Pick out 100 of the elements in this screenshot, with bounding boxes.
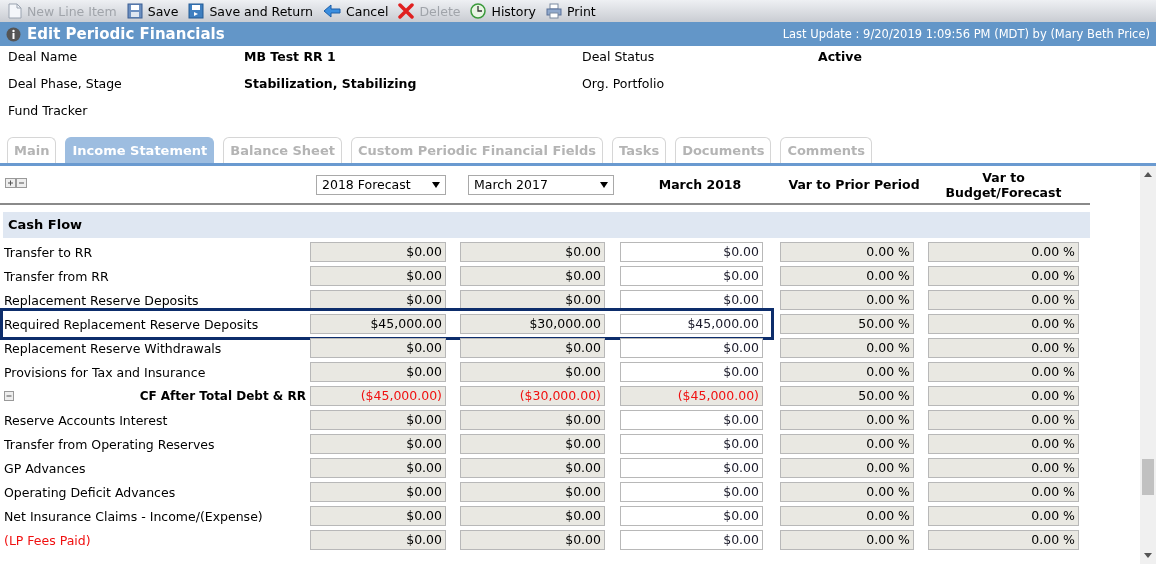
save-icon [188, 3, 205, 19]
row-label: Operating Deficit Advances [3, 484, 177, 500]
amount-field[interactable]: $0.00 [620, 242, 763, 262]
amount-field[interactable]: $0.00 [620, 362, 763, 382]
value-cell: $0.00 [460, 266, 605, 286]
scroll-up-icon[interactable] [1143, 170, 1153, 178]
value-cell: ($45,000.00) [310, 386, 446, 406]
amount-field[interactable]: $0.00 [620, 458, 763, 478]
scroll-thumb[interactable] [1142, 459, 1154, 495]
value-cell: 0.00 % [780, 458, 914, 478]
value-cell: ($45,000.00) [620, 386, 763, 406]
value-cell: 0.00 % [928, 458, 1079, 478]
toolbar-button[interactable]: Save [124, 1, 181, 21]
value-cell: 0.00 % [928, 482, 1079, 502]
scroll-down-icon[interactable] [1143, 552, 1153, 560]
column-header: Var to Budget/Forecast [944, 169, 1063, 200]
value-cell: $0.00 [460, 530, 605, 550]
value-cell: 0.00 % [928, 386, 1079, 406]
row-label: Reserve Accounts Interest [3, 412, 169, 428]
value-cell: $0.00 [460, 362, 605, 382]
column-header: Var to Prior Period [787, 177, 921, 192]
row-label: Provisions for Tax and Insurance [3, 364, 207, 380]
value-cell: $0.00 [460, 458, 605, 478]
dropdown-arrow-icon [432, 181, 440, 188]
value-cell: $0.00 [310, 458, 446, 478]
page-title: Edit Periodic Financials [27, 25, 226, 43]
field-label: Deal Name [8, 48, 79, 66]
value-cell: 0.00 % [928, 338, 1079, 358]
value-cell: $45,000.00 [310, 314, 446, 334]
value-cell: 0.00 % [780, 482, 914, 502]
toolbar-button[interactable]: Cancel [321, 1, 391, 21]
value-cell: $0.00 [310, 266, 446, 286]
value-cell: $0.00 [310, 482, 446, 502]
period-dropdown[interactable]: March 2017 [468, 174, 614, 195]
value-cell: $0.00 [460, 482, 605, 502]
value-cell: 0.00 % [928, 242, 1079, 262]
expand-collapse-icon[interactable] [5, 178, 27, 188]
toolbar-button[interactable]: History [468, 1, 538, 21]
info-icon [6, 26, 21, 42]
value-cell: $0.00 [310, 410, 446, 430]
amount-field[interactable]: $0.00 [620, 482, 763, 502]
amount-field[interactable]: $0.00 [620, 290, 763, 310]
amount-field[interactable]: $0.00 [620, 434, 763, 454]
value-cell: 0.00 % [780, 290, 914, 310]
value-cell: 50.00 % [780, 386, 914, 406]
value-cell: $30,000.00 [460, 314, 605, 334]
amount-field[interactable]: $0.00 [620, 506, 763, 526]
value-cell: $0.00 [460, 290, 605, 310]
value-cell: 0.00 % [780, 362, 914, 382]
field-label: Deal Phase, Stage [8, 75, 123, 93]
row-label: Transfer from Operating Reserves [3, 436, 216, 452]
value-cell: $0.00 [460, 410, 605, 430]
value-cell: $0.00 [310, 362, 446, 382]
amount-field[interactable]: $45,000.00 [620, 314, 763, 334]
scrollbar[interactable] [1140, 166, 1156, 564]
amount-field[interactable]: $0.00 [620, 266, 763, 286]
value-cell: 0.00 % [928, 266, 1079, 286]
value-cell: $0.00 [310, 242, 446, 262]
value-cell: 0.00 % [780, 530, 914, 550]
value-cell: $0.00 [460, 338, 605, 358]
amount-field[interactable]: $0.00 [620, 338, 763, 358]
field-label: Org. Portfolio [582, 75, 666, 93]
document-icon [8, 3, 22, 19]
value-cell: $0.00 [460, 506, 605, 526]
value-cell: $0.00 [310, 338, 446, 358]
row-label: Transfer to RR [3, 244, 94, 260]
field-label: Fund Tracker [8, 102, 89, 120]
field-value: Active [818, 48, 863, 66]
value-cell: $0.00 [310, 530, 446, 550]
row-label: Replacement Reserve Withdrawals [3, 340, 223, 356]
value-cell: 0.00 % [928, 434, 1079, 454]
value-cell: 0.00 % [928, 506, 1079, 526]
row-label: Transfer from RR [3, 268, 110, 284]
toolbar-button[interactable]: Save and Return [186, 1, 316, 21]
value-cell: 0.00 % [780, 242, 914, 262]
amount-field[interactable]: $0.00 [620, 530, 763, 550]
value-cell: 0.00 % [928, 290, 1079, 310]
amount-field[interactable]: $0.00 [620, 410, 763, 430]
toolbar-button[interactable]: Print [543, 1, 598, 21]
row-label: GP Advances [3, 460, 87, 476]
clock-icon [470, 3, 487, 19]
period-dropdown[interactable]: 2018 Forecast [316, 174, 446, 195]
dropdown-arrow-icon [600, 181, 608, 188]
value-cell: 0.00 % [780, 266, 914, 286]
save-icon [126, 3, 143, 19]
collapse-icon[interactable] [4, 391, 14, 401]
value-cell: 50.00 % [780, 314, 914, 334]
value-cell: 0.00 % [780, 338, 914, 358]
value-cell: 0.00 % [780, 506, 914, 526]
value-cell: $0.00 [310, 506, 446, 526]
value-cell: $0.00 [460, 434, 605, 454]
section-header: Cash Flow [3, 212, 1090, 238]
field-value: Stabilization, Stabilizing [244, 75, 418, 93]
value-cell: 0.00 % [928, 410, 1079, 430]
value-cell: 0.00 % [928, 362, 1079, 382]
value-cell: 0.00 % [780, 410, 914, 430]
printer-icon [545, 3, 562, 19]
value-cell: $0.00 [310, 434, 446, 454]
value-cell: 0.00 % [928, 314, 1079, 334]
row-label: Net Insurance Claims - Income/(Expense) [3, 508, 264, 524]
